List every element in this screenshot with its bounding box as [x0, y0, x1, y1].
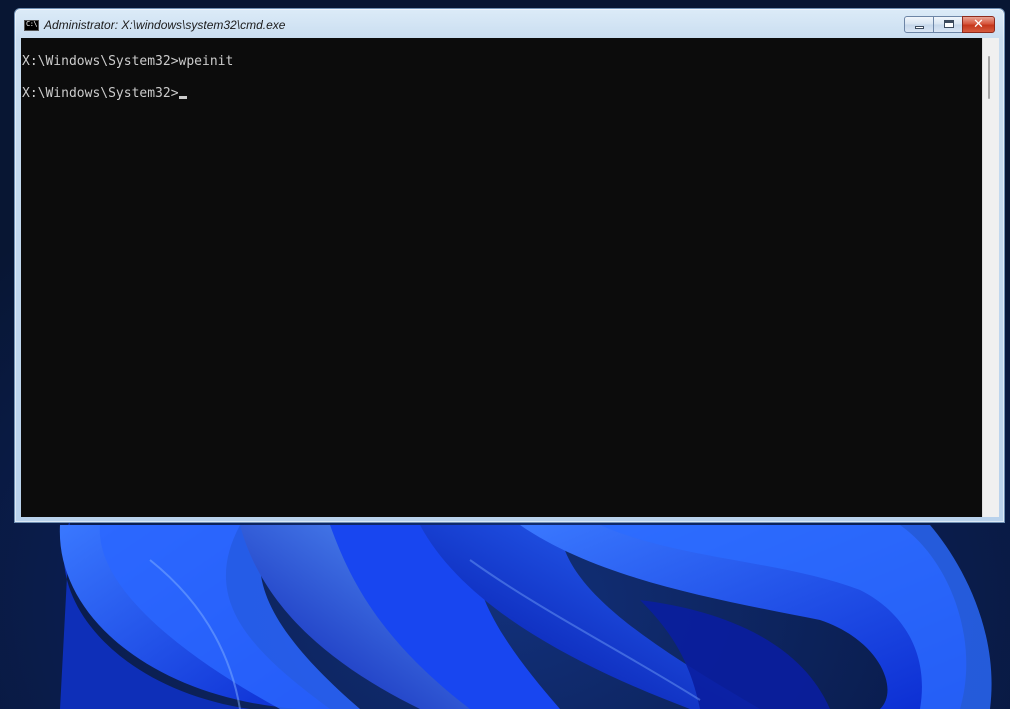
console-line: X:\Windows\System32>wpeinit	[22, 54, 233, 70]
console-prompt-text: X:\Windows\System32>	[22, 86, 179, 101]
maximize-button[interactable]	[933, 16, 963, 33]
close-icon: ✕	[973, 17, 984, 32]
vertical-scrollbar[interactable]	[982, 38, 999, 517]
minimize-button[interactable]	[904, 16, 934, 33]
window-title: Administrator: X:\windows\system32\cmd.e…	[44, 18, 286, 32]
maximize-icon	[944, 20, 954, 28]
scrollbar-thumb[interactable]	[988, 56, 990, 99]
console-output[interactable]: X:\Windows\System32>wpeinit X:\Windows\S…	[21, 38, 982, 517]
desktop: C:\ Administrator: X:\windows\system32\c…	[0, 0, 1010, 709]
minimize-icon	[915, 26, 924, 29]
console-line-text: X:\Windows\System32>wpeinit	[22, 54, 234, 69]
text-cursor	[178, 96, 187, 99]
close-button[interactable]: ✕	[962, 16, 995, 33]
cmd-window[interactable]: C:\ Administrator: X:\windows\system32\c…	[14, 8, 1005, 523]
cmd-icon-label: C:\	[26, 20, 38, 28]
caption-buttons: ✕	[904, 16, 995, 33]
cmd-icon[interactable]: C:\	[24, 20, 39, 31]
title-bar[interactable]: C:\ Administrator: X:\windows\system32\c…	[15, 9, 1004, 39]
console-prompt-line[interactable]: X:\Windows\System32>	[22, 86, 187, 102]
